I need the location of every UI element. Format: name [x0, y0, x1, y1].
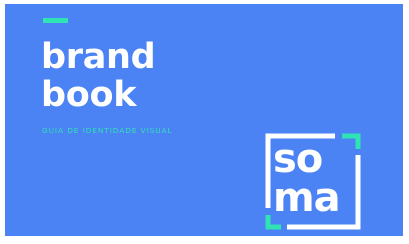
soma-logo: so ma: [265, 133, 361, 231]
logo-corner-accent-top-right: [342, 133, 361, 149]
logo-word-so: so: [273, 136, 323, 182]
title-line-brand: brand: [41, 37, 156, 77]
subtitle: GUIA DE IDENTIDADE VISUAL: [42, 126, 173, 135]
logo-word-ma: ma: [273, 175, 341, 221]
accent-bar: [43, 18, 68, 23]
brand-book-cover: brand book GUIA DE IDENTIDADE VISUAL so …: [5, 4, 403, 236]
title-line-book: book: [41, 75, 137, 115]
